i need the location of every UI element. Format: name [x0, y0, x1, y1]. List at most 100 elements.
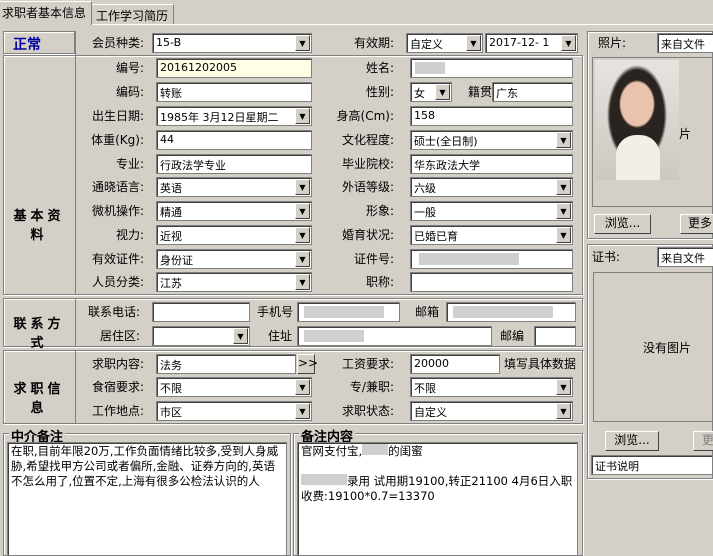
birth-label: 出生日期:: [91, 109, 144, 123]
photo-browse-button[interactable]: 浏览...: [594, 214, 651, 234]
photo-source-select[interactable]: 来自文件: [657, 33, 713, 53]
chevron-down-icon[interactable]: ▼: [295, 251, 310, 267]
certificate-more-button[interactable]: 更: [693, 431, 713, 451]
chevron-down-icon[interactable]: ▼: [435, 84, 450, 100]
tab-divider: [0, 24, 713, 25]
certificate-browse-button[interactable]: 浏览...: [605, 431, 659, 451]
major-label: 专业:: [115, 157, 144, 171]
job-content-more-button[interactable]: >>: [297, 354, 318, 374]
id-type-label: 有效证件:: [91, 252, 144, 266]
job-status-select[interactable]: 自定义 ▼: [410, 401, 573, 421]
language-select[interactable]: 英语 ▼: [156, 177, 312, 197]
location-select[interactable]: 市区 ▼: [156, 401, 312, 421]
photo-side-text: 片: [679, 127, 692, 141]
chevron-down-icon[interactable]: ▼: [556, 227, 571, 243]
chevron-down-icon[interactable]: ▼: [556, 179, 571, 195]
mobile-field[interactable]: [297, 302, 400, 322]
tab-basic-info[interactable]: 求职者基本信息: [0, 1, 93, 25]
name-label: 姓名:: [365, 61, 394, 75]
birth-date-picker[interactable]: 1985年 3月12日星期二 ▼: [156, 106, 312, 126]
region-select[interactable]: ▼: [152, 326, 250, 346]
agency-note-textarea[interactable]: 在职,目前年限20万,工作负面情绪比较多,受到人身威胁,希望找甲方公司或者偏所,…: [7, 442, 287, 556]
remarks-line2: 录用 试用期19100,转正21100 4月6日入职: [347, 474, 573, 488]
title-field[interactable]: [410, 272, 573, 292]
code-label: 编码:: [115, 85, 144, 99]
chevron-down-icon[interactable]: ▼: [556, 403, 571, 419]
computer-label: 微机操作:: [91, 204, 144, 218]
remarks-line1b: 的闺蜜: [388, 444, 423, 458]
fulltime-select[interactable]: 不限 ▼: [410, 377, 573, 397]
code-field[interactable]: 转账: [156, 82, 312, 102]
status-text: 正常: [13, 37, 41, 53]
chevron-down-icon[interactable]: ▼: [295, 379, 310, 395]
remarks-textarea[interactable]: 官网支付宝, 的闺蜜 录用 试用期19100,转正21100 4月6日入职 收费:…: [297, 442, 578, 556]
email-field[interactable]: [446, 302, 576, 322]
tab-work-history[interactable]: 工作学习简历: [90, 4, 175, 24]
validity-type-select[interactable]: 自定义 ▼: [406, 33, 483, 53]
certificate-source-select[interactable]: 来自文件: [657, 247, 713, 267]
gender-select[interactable]: 女 ▼: [410, 82, 452, 102]
number-field[interactable]: 20161202005: [156, 58, 312, 78]
certificate-label: 证书:: [592, 250, 621, 264]
chevron-down-icon[interactable]: ▼: [466, 35, 481, 51]
vision-select[interactable]: 近视 ▼: [156, 225, 312, 245]
chevron-down-icon[interactable]: ▼: [295, 403, 310, 419]
phone-field[interactable]: [152, 302, 250, 322]
postcode-label: 邮编: [500, 329, 525, 343]
origin-field[interactable]: 广东: [492, 82, 573, 102]
remarks-line3: 收费:19100*0.7=13370: [301, 489, 435, 503]
salary-label: 工资要求:: [341, 357, 394, 371]
chevron-down-icon[interactable]: ▼: [556, 132, 571, 148]
email-label: 邮箱: [415, 305, 440, 319]
weight-field[interactable]: 44: [156, 130, 312, 150]
certificate-desc-field[interactable]: 证书说明: [591, 455, 713, 475]
section-job-label: 求职信息: [13, 382, 65, 416]
address-field[interactable]: [297, 326, 492, 346]
computer-select[interactable]: 精通 ▼: [156, 201, 312, 221]
chevron-down-icon[interactable]: ▼: [233, 328, 248, 344]
section-basic-label: 基本资料: [13, 209, 65, 243]
member-type-select[interactable]: 15-B ▼: [152, 33, 312, 53]
chevron-down-icon[interactable]: ▼: [556, 379, 571, 395]
school-field[interactable]: 华东政法大学: [410, 154, 573, 174]
id-no-label: 证件号:: [353, 252, 394, 266]
chevron-down-icon[interactable]: ▼: [556, 203, 571, 219]
salary-field[interactable]: 20000: [410, 354, 500, 374]
photo-more-button[interactable]: 更多: [680, 214, 713, 234]
id-type-select[interactable]: 身份证 ▼: [156, 249, 312, 269]
marital-select[interactable]: 已婚已育 ▼: [410, 225, 573, 245]
marital-label: 婚育状况:: [341, 228, 394, 242]
title-label: 职称:: [365, 275, 394, 289]
lang-level-select[interactable]: 六级 ▼: [410, 177, 573, 197]
region-label: 居住区:: [99, 329, 140, 343]
photo-shirt: [616, 135, 660, 180]
education-select[interactable]: 硕士(全日制) ▼: [410, 130, 573, 150]
chevron-down-icon[interactable]: ▼: [561, 35, 576, 51]
postcode-field[interactable]: [534, 326, 576, 346]
address-label: 住址: [268, 329, 293, 343]
image-select[interactable]: 一般 ▼: [410, 201, 573, 221]
height-field[interactable]: 158: [410, 106, 573, 126]
validity-date-picker[interactable]: 2017-12- 1 ▼: [485, 33, 578, 53]
job-status-label: 求职状态:: [341, 404, 394, 418]
chevron-down-icon[interactable]: ▼: [295, 35, 310, 51]
chevron-down-icon[interactable]: ▼: [295, 203, 310, 219]
major-field[interactable]: 行政法学专业: [156, 154, 312, 174]
chevron-down-icon[interactable]: ▼: [295, 227, 310, 243]
chevron-down-icon[interactable]: ▼: [295, 108, 310, 124]
phone-label: 联系电话:: [87, 305, 140, 319]
category-select[interactable]: 江苏 ▼: [156, 272, 312, 292]
chevron-down-icon[interactable]: ▼: [295, 179, 310, 195]
job-content-field[interactable]: 法务: [156, 354, 296, 374]
chevron-down-icon[interactable]: ▼: [295, 274, 310, 290]
section-contact-label: 联系方式: [13, 317, 65, 351]
photo-label: 照片:: [598, 36, 627, 50]
weight-label: 体重(Kg):: [91, 133, 144, 147]
vision-label: 视力:: [115, 228, 144, 242]
name-field[interactable]: [410, 58, 573, 78]
id-no-field[interactable]: [410, 249, 573, 269]
validity-label: 有效期:: [353, 36, 394, 50]
board-label: 食宿要求:: [91, 380, 144, 394]
height-label: 身高(Cm):: [336, 109, 394, 123]
board-select[interactable]: 不限 ▼: [156, 377, 312, 397]
